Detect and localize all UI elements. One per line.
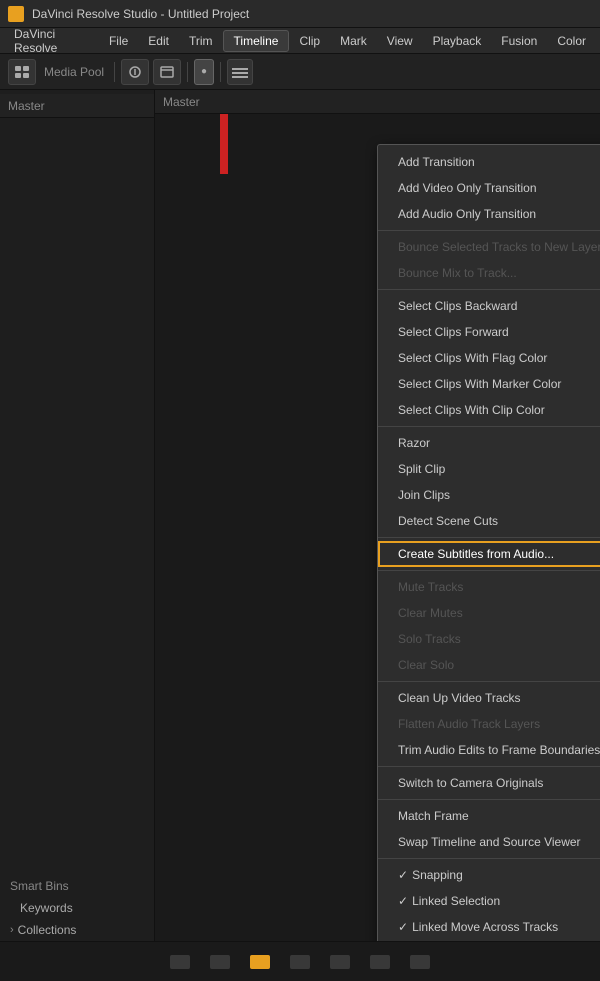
menu-fusion[interactable]: Fusion [491,31,547,51]
toolbar-sep-2 [187,62,188,82]
dropdown-sep-6 [378,681,600,682]
timeline-master-label: Master [163,95,200,109]
workspace-media[interactable] [170,955,190,969]
timeline-header: Master [155,90,600,114]
toolbar-btn-5[interactable] [227,59,253,85]
dropdown-sep-1 [378,230,600,231]
toolbar-btn-3[interactable] [153,59,181,85]
toolbar-sep-1 [114,62,115,82]
color-icon [330,955,350,969]
check-linked-sel: ✓ [398,892,408,910]
dropdown-sep-4 [378,537,600,538]
app-title: DaVinci Resolve Studio - Untitled Projec… [32,7,249,21]
deliver-icon [410,955,430,969]
workspace-fusion[interactable] [290,955,310,969]
cut-icon [210,955,230,969]
dropdown-sep-9 [378,858,600,859]
dropdown-sep-3 [378,426,600,427]
menu-match-frame[interactable]: Match Frame F [378,803,600,829]
menu-add-transition[interactable]: Add Transition Ctrl+T [378,149,600,175]
workspace-edit[interactable] [250,955,270,969]
menu-trim[interactable]: Trim [179,31,223,51]
menu-cleanup-video[interactable]: Clean Up Video Tracks › [378,685,600,711]
menu-mark[interactable]: Mark [330,31,377,51]
check-linked-move: ✓ [398,918,408,936]
main-area: Master Smart Bins Keywords › Collections… [0,90,600,941]
menu-selection-follows[interactable]: Selection Follows Playhead [378,940,600,941]
clip-indicator [220,114,228,174]
workspace-bar [0,941,600,981]
check-snapping: ✓ [398,866,408,884]
sidebar-item-keywords[interactable]: Keywords [0,897,154,919]
sidebar-item-collections[interactable]: › Collections [0,919,154,941]
menu-color[interactable]: Color [547,31,596,51]
workspace-cut[interactable] [210,955,230,969]
menu-clip[interactable]: Clip [289,31,330,51]
menu-trim-audio[interactable]: Trim Audio Edits to Frame Boundaries [378,737,600,763]
menu-create-subtitles[interactable]: Create Subtitles from Audio... [378,541,600,567]
chevron-right-icon: › [10,924,14,936]
menu-clear-solo: Clear Solo [378,652,600,678]
dropdown-sep-2 [378,289,600,290]
menu-bounce-tracks: Bounce Selected Tracks to New Layer [378,234,600,260]
menu-playback[interactable]: Playback [423,31,492,51]
app-icon [8,6,24,22]
menu-select-clip[interactable]: Select Clips With Clip Color › [378,397,600,423]
sidebar: Master Smart Bins Keywords › Collections [0,90,155,941]
timeline-dropdown-menu: Add Transition Ctrl+T Add Video Only Tra… [377,144,600,941]
menu-clear-mutes: Clear Mutes [378,600,600,626]
menu-davinci[interactable]: DaVinci Resolve [4,24,99,58]
menu-detect-scene[interactable]: Detect Scene Cuts [378,508,600,534]
sidebar-master-label: Master [8,99,45,113]
toolbar-btn-4[interactable]: ● [194,59,214,85]
toolbar-media-pool-label: Media Pool [40,65,108,79]
timeline-area: Master Add Transition Ctrl+T Add Video O… [155,90,600,941]
toolbar-btn-2[interactable] [121,59,149,85]
menu-split-clip[interactable]: Split Clip Ctrl+\ [378,456,600,482]
menu-swap-timeline[interactable]: Swap Timeline and Source Viewer Ctrl+PgU… [378,829,600,855]
fusion-icon [290,955,310,969]
menu-edit[interactable]: Edit [138,31,179,51]
menu-linked-move[interactable]: ✓ Linked Move Across Tracks [378,914,600,940]
dropdown-sep-8 [378,799,600,800]
menu-razor[interactable]: Razor Ctrl+B [378,430,600,456]
menu-select-flag[interactable]: Select Clips With Flag Color › [378,345,600,371]
menu-join-clips[interactable]: Join Clips Alt+\ [378,482,600,508]
menu-select-marker[interactable]: Select Clips With Marker Color › [378,371,600,397]
menu-flatten-audio: Flatten Audio Track Layers [378,711,600,737]
smart-bins-label: Smart Bins [0,871,154,897]
menu-timeline[interactable]: Timeline [223,30,290,52]
menu-switch-camera[interactable]: Switch to Camera Originals [378,770,600,796]
menu-snapping-wrap[interactable]: ✓ Snapping N [378,862,600,888]
dropdown-sep-5 [378,570,600,571]
media-icon [170,955,190,969]
menu-add-audio-transition[interactable]: Add Audio Only Transition Shift+T [378,201,600,227]
fairlight-icon [370,955,390,969]
menu-view[interactable]: View [377,31,423,51]
toolbar-sep-3 [220,62,221,82]
workspace-color[interactable] [330,955,350,969]
menu-select-backward[interactable]: Select Clips Backward › [378,293,600,319]
sidebar-header: Master [0,94,154,118]
menu-solo-tracks: Solo Tracks [378,626,600,652]
menu-mute-tracks: Mute Tracks [378,574,600,600]
workspace-fairlight[interactable] [370,955,390,969]
menu-file[interactable]: File [99,31,138,51]
toolbar-media-pool[interactable] [8,59,36,85]
menu-bounce-mix: Bounce Mix to Track... [378,260,600,286]
collections-label: Collections [18,923,77,937]
menu-linked-selection[interactable]: ✓ Linked Selection Ctrl+Shift+L [378,888,600,914]
menu-bar: DaVinci Resolve File Edit Trim Timeline … [0,28,600,54]
toolbar: Media Pool ● [0,54,600,90]
workspace-deliver[interactable] [410,955,430,969]
dropdown-sep-7 [378,766,600,767]
menu-add-video-transition[interactable]: Add Video Only Transition Alt+T [378,175,600,201]
edit-icon [250,955,270,969]
menu-select-forward[interactable]: Select Clips Forward › [378,319,600,345]
